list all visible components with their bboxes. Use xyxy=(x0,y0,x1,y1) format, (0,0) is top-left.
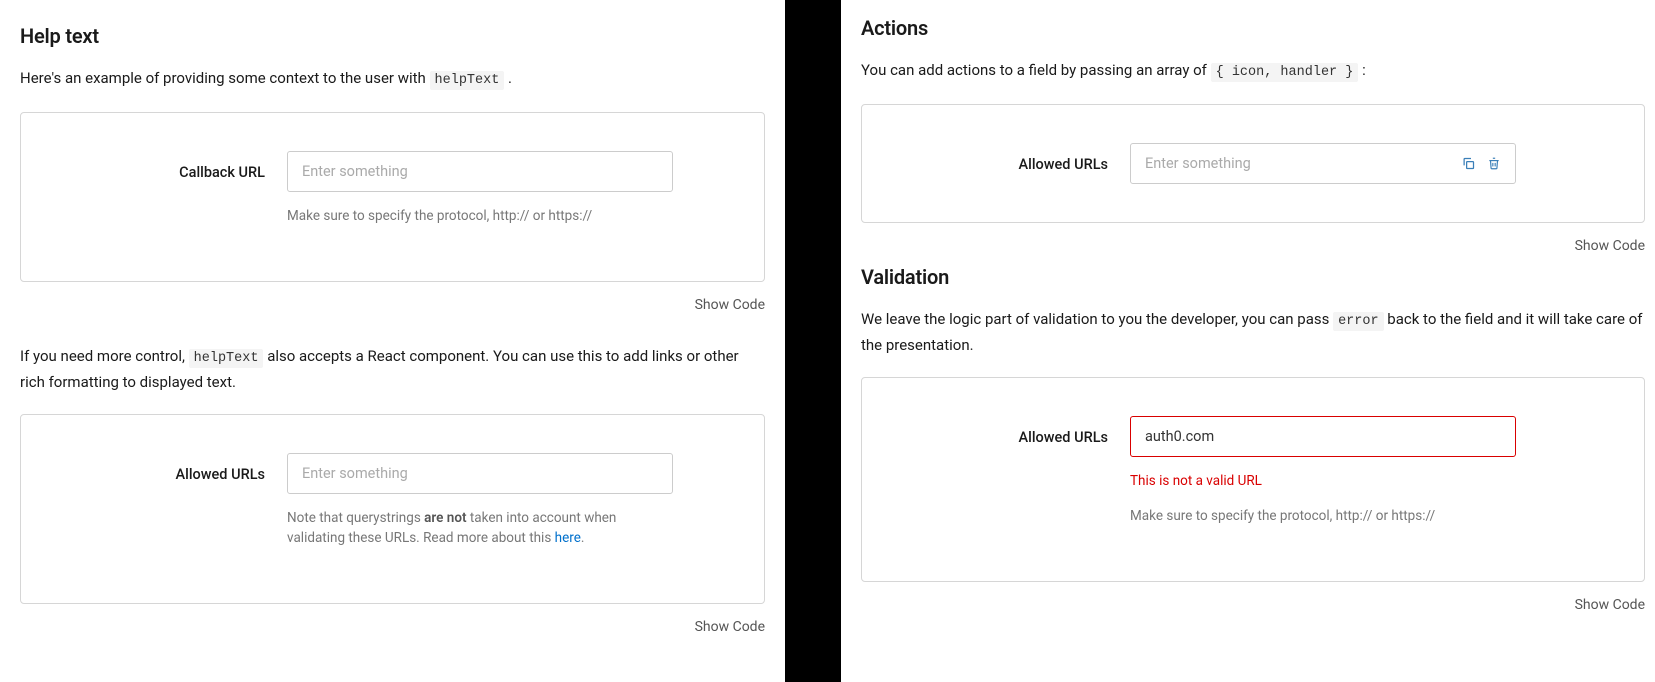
actions-allowed-urls-label: Allowed URLs xyxy=(886,143,1108,176)
here-link[interactable]: here xyxy=(555,530,581,546)
help-text-desc: Here's an example of providing some cont… xyxy=(20,66,765,92)
actions-desc-text: : xyxy=(1358,61,1365,79)
actions-title: Actions xyxy=(861,12,1645,44)
show-code-link[interactable]: Show Code xyxy=(1575,238,1645,254)
copy-icon[interactable] xyxy=(1455,150,1481,176)
allowed-urls-input[interactable] xyxy=(287,453,673,494)
help-text-title: Help text xyxy=(20,20,765,52)
validation-code: error xyxy=(1333,312,1384,331)
desc-text: . xyxy=(504,69,512,87)
actions-input-wrapper xyxy=(1130,143,1516,184)
show-code-link[interactable]: Show Code xyxy=(1575,597,1645,613)
desc-text: Here's an example of providing some cont… xyxy=(20,69,430,87)
validation-title: Validation xyxy=(861,261,1645,293)
para2-text: If you need more control, xyxy=(20,347,189,365)
show-code-link[interactable]: Show Code xyxy=(695,297,765,313)
help-text-para2: If you need more control, helpText also … xyxy=(20,344,765,394)
trash-icon[interactable] xyxy=(1481,150,1507,176)
validation-help-text: Make sure to specify the protocol, http:… xyxy=(1130,506,1516,527)
allowed-urls-help: Note that querystrings are not taken int… xyxy=(287,508,673,550)
actions-desc: You can add actions to a field by passin… xyxy=(861,58,1645,84)
help-text-example-card: Callback URL Make sure to specify the pr… xyxy=(20,112,765,282)
callback-url-help: Make sure to specify the protocol, http:… xyxy=(287,206,673,227)
help-span: . xyxy=(581,530,585,546)
actions-desc-text: You can add actions to a field by passin… xyxy=(861,61,1211,79)
validation-error-text: This is not a valid URL xyxy=(1130,471,1516,493)
validation-example-card: Allowed URLs This is not a valid URL Mak… xyxy=(861,377,1645,583)
actions-allowed-urls-input[interactable] xyxy=(1131,144,1455,183)
actions-example-card: Allowed URLs xyxy=(861,104,1645,223)
actions-code: { icon, handler } xyxy=(1211,63,1359,82)
show-code-link[interactable]: Show Code xyxy=(695,619,765,635)
callback-url-label: Callback URL xyxy=(45,151,265,184)
allowed-urls-label: Allowed URLs xyxy=(45,453,265,486)
validation-allowed-urls-label: Allowed URLs xyxy=(886,416,1108,449)
validation-allowed-urls-input[interactable] xyxy=(1130,416,1516,457)
helptext-code: helpText xyxy=(430,71,505,90)
helptext-code-2: helpText xyxy=(189,349,264,368)
help-span: Note that querystrings xyxy=(287,510,424,526)
help-bold: are not xyxy=(424,510,466,526)
help-text-example2-card: Allowed URLs Note that querystrings are … xyxy=(20,414,765,605)
validation-desc-text: We leave the logic part of validation to… xyxy=(861,310,1333,328)
callback-url-input[interactable] xyxy=(287,151,673,192)
validation-desc: We leave the logic part of validation to… xyxy=(861,307,1645,357)
